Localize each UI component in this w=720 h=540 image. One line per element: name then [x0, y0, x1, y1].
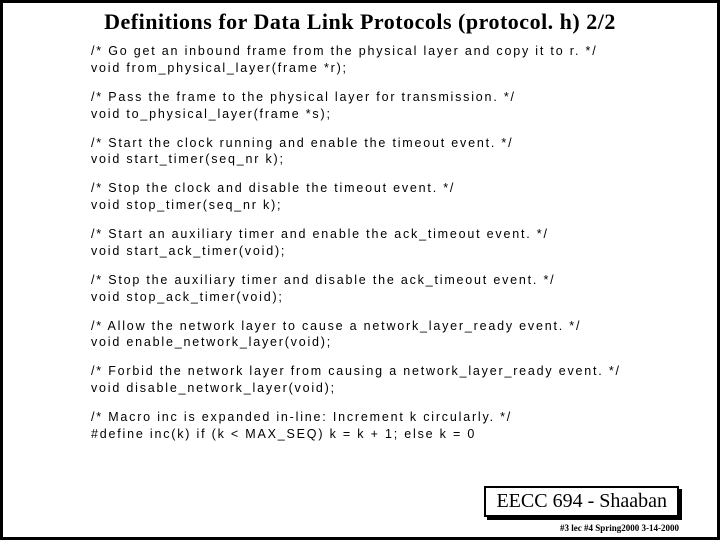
comment-line: /* Stop the clock and disable the timeou… — [91, 181, 455, 195]
code-block: /* Macro inc is expanded in-line: Increm… — [91, 409, 717, 443]
signature-line: void stop_timer(seq_nr k); — [91, 198, 282, 212]
code-block: /* Stop the auxiliary timer and disable … — [91, 272, 717, 306]
comment-line: /* Stop the auxiliary timer and disable … — [91, 273, 555, 287]
comment-line: /* Macro inc is expanded in-line: Increm… — [91, 410, 512, 424]
code-block: /* Start an auxiliary timer and enable t… — [91, 226, 717, 260]
code-block: /* Pass the frame to the physical layer … — [91, 89, 717, 123]
comment-line: /* Start the clock running and enable th… — [91, 136, 513, 150]
signature-line: void enable_network_layer(void); — [91, 335, 332, 349]
signature-line: void to_physical_layer(frame *s); — [91, 107, 332, 121]
comment-line: /* Pass the frame to the physical layer … — [91, 90, 516, 104]
code-area: /* Go get an inbound frame from the phys… — [3, 35, 717, 443]
signature-line: void start_timer(seq_nr k); — [91, 152, 285, 166]
comment-line: /* Start an auxiliary timer and enable t… — [91, 227, 549, 241]
signature-line: #define inc(k) if (k < MAX_SEQ) k = k + … — [91, 427, 476, 441]
signature-line: void stop_ack_timer(void); — [91, 290, 284, 304]
footer-credit: EECC 694 - Shaaban — [484, 486, 679, 517]
slide-frame: Definitions for Data Link Protocols (pro… — [0, 0, 720, 540]
slide-title: Definitions for Data Link Protocols (pro… — [3, 9, 717, 35]
code-block: /* Allow the network layer to cause a ne… — [91, 318, 717, 352]
footer-meta: #3 lec #4 Spring2000 3-14-2000 — [560, 523, 679, 533]
comment-line: /* Allow the network layer to cause a ne… — [91, 319, 581, 333]
signature-line: void from_physical_layer(frame *r); — [91, 61, 348, 75]
code-block: /* Stop the clock and disable the timeou… — [91, 180, 717, 214]
comment-line: /* Go get an inbound frame from the phys… — [91, 44, 597, 58]
signature-line: void disable_network_layer(void); — [91, 381, 336, 395]
signature-line: void start_ack_timer(void); — [91, 244, 286, 258]
comment-line: /* Forbid the network layer from causing… — [91, 364, 621, 378]
code-block: /* Go get an inbound frame from the phys… — [91, 43, 717, 77]
code-block: /* Forbid the network layer from causing… — [91, 363, 717, 397]
code-block: /* Start the clock running and enable th… — [91, 135, 717, 169]
